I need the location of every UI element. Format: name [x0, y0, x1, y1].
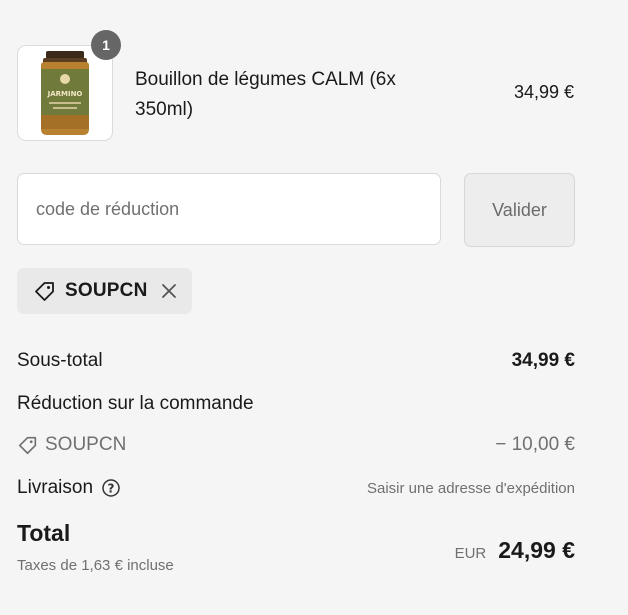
product-name: Bouillon de légumes CALM (6x 350ml) [135, 69, 396, 120]
discount-value: − 10,00 € [495, 434, 575, 455]
tag-icon [18, 436, 37, 455]
tax-note: Taxes de 1,63 € incluse [17, 557, 174, 574]
subtotal-row: Sous-total 34,99 € [17, 350, 575, 372]
quantity-badge: 1 [91, 30, 121, 60]
discount-code-input[interactable] [17, 173, 441, 245]
order-discount-label: Réduction sur la commande [17, 393, 254, 414]
subtotal-label: Sous-total [17, 350, 103, 371]
subtotal-value: 34,99 € [511, 350, 575, 371]
brand-text: JARMINO [47, 90, 83, 98]
total-label: Total [17, 520, 71, 546]
discount-code-label: SOUPCN [45, 434, 127, 455]
remove-discount-icon[interactable] [160, 282, 178, 300]
discount-line-row: SOUPCN − 10,00 € [17, 434, 575, 456]
shipping-value: Saisir une adresse d'expédition [367, 480, 575, 497]
tag-icon [35, 282, 54, 301]
help-icon[interactable]: ? [101, 478, 121, 498]
product-thumbnail: JARMINO [17, 45, 113, 141]
svg-text:?: ? [108, 482, 115, 496]
total-value: 24,99 € [498, 537, 575, 563]
shipping-label: Livraison [17, 477, 94, 498]
soup-jar-image: JARMINO [41, 51, 89, 135]
currency-code: EUR [454, 545, 487, 562]
total-amount: EUR 24,99 € [455, 537, 575, 564]
cart-line-item: JARMINO 1 Bouillon de légumes CALM (6x 3… [17, 30, 577, 141]
product-price: 34,99 € [513, 82, 574, 102]
apply-discount-button[interactable]: Valider [464, 173, 575, 247]
applied-discount-tag: SOUPCN [17, 268, 192, 314]
applied-discount-code: SOUPCN [65, 280, 148, 301]
order-discount-row: Réduction sur la commande [17, 393, 575, 415]
shipping-row: Livraison ? Saisir une adresse d'expédit… [17, 477, 575, 499]
